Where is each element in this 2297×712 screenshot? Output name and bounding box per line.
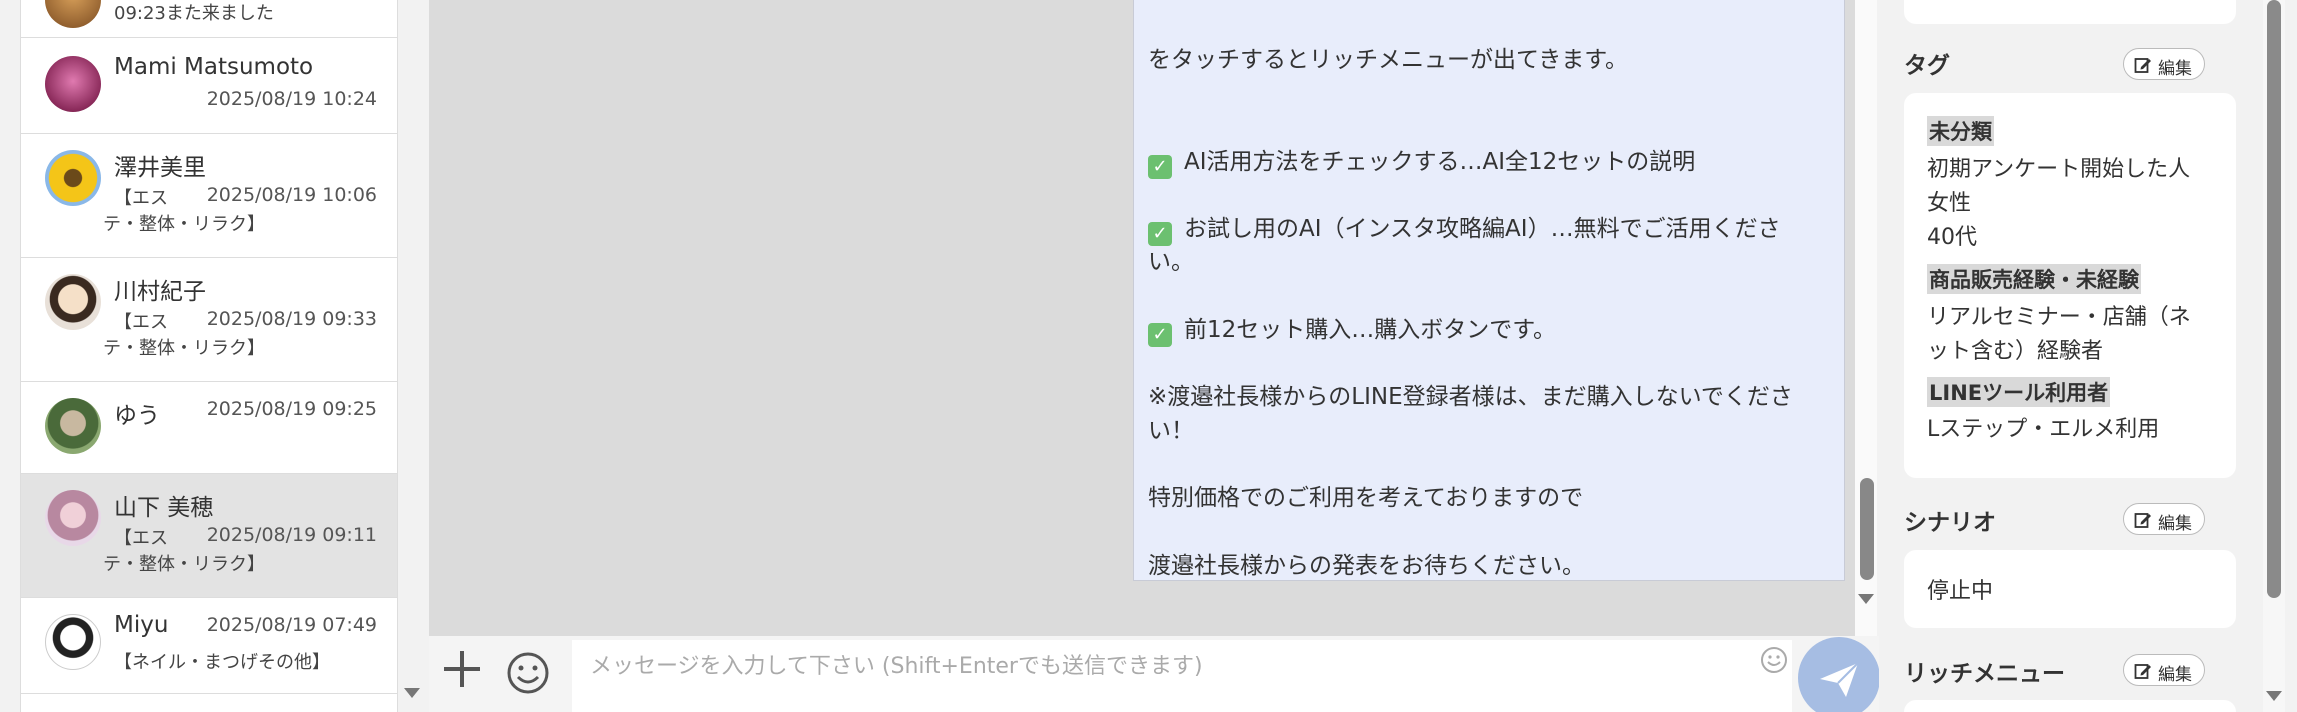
contact-panel: 09:23また来ました Mami Matsumoto 2025/08/19 10… [0, 0, 420, 712]
contact-preview: テ・整体・リラク】 [103, 214, 265, 235]
message-line: い！ [1148, 418, 1194, 444]
contact-item[interactable]: Mami Matsumoto 2025/08/19 10:24 [21, 38, 397, 134]
contact-item[interactable]: 09:23また来ました [21, 0, 397, 38]
tag-item: 40代 [1927, 225, 1977, 250]
avatar [45, 56, 101, 112]
tag-group-heading: 未分類 [1927, 116, 1994, 146]
contact-date: 2025/08/19 07:49 [206, 614, 377, 636]
app-root: 09:23また来ました Mami Matsumoto 2025/08/19 10… [0, 0, 2297, 712]
avatar [45, 0, 101, 28]
contact-item-selected[interactable]: 山下 美穂 【エス 2025/08/19 09:11 テ・整体・リラク】 [21, 474, 397, 598]
message-line: 渡邉社長様からの発表をお待ちください。 [1148, 553, 1585, 579]
smile-icon [507, 652, 549, 694]
contact-date: 2025/08/19 09:33 [206, 308, 377, 330]
scenario-status: 停止中 [1927, 579, 1994, 604]
contact-name: 山下 美穂 [114, 495, 214, 521]
add-attachment-button[interactable] [440, 647, 484, 691]
contact-item[interactable]: 川村紀子 【エス 2025/08/19 09:33 テ・整体・リラク】 [21, 258, 397, 382]
edit-richmenu-button[interactable]: 編集 [2123, 654, 2205, 686]
contact-item[interactable]: 澤井美里 【エス 2025/08/19 10:06 テ・整体・リラク】 [21, 134, 397, 258]
message-input[interactable] [572, 640, 1792, 712]
contact-date: 2025/08/19 09:25 [206, 398, 377, 420]
avatar [45, 398, 101, 454]
message-line: ※渡邉社長様からのLINE登録者様は、まだ購入しないでくださ [1148, 384, 1793, 410]
list-scroll-down-icon[interactable] [404, 688, 420, 698]
tag-group-heading: LINEツール利用者 [1927, 377, 2111, 407]
emoji-picker-button[interactable] [1760, 646, 1788, 674]
panel-scrollbar-thumb[interactable] [2267, 0, 2281, 598]
tag-item: 初期アンケート開始した人 [1927, 157, 2191, 182]
edit-icon [2134, 513, 2151, 528]
message-line: ✓ AI活用方法をチェックする…AI全12セットの説明 [1148, 142, 1695, 179]
avatar [45, 150, 101, 206]
message-line: ✓ 前12セット購入…購入ボタンです。 [1148, 310, 1556, 347]
avatar [45, 614, 101, 670]
avatar [45, 490, 101, 546]
contact-name: 川村紀子 [114, 279, 206, 305]
contact-preview: 【ネイル・まつげその他】 [114, 652, 330, 673]
tag-item: リアルセミナー・店舗（ネ [1927, 305, 2191, 330]
panel-scroll-down-icon[interactable] [2266, 691, 2282, 701]
message-bubble: をタッチするとリッチメニューが出てきます。 ✓ AI活用方法をチェックする…AI全… [1133, 0, 1845, 581]
avatar [45, 274, 101, 330]
contact-name: Mami Matsumoto [114, 54, 314, 80]
contact-list[interactable]: 09:23また来ました Mami Matsumoto 2025/08/19 10… [20, 0, 398, 712]
message-line: ✓ お試し用のAI（インスタ攻略編AI）…無料でご活用くださ [1148, 209, 1781, 246]
message-line: い。 [1148, 249, 1194, 275]
checkbox-icon: ✓ [1148, 155, 1172, 179]
plus-icon [444, 651, 480, 687]
emoji-button[interactable] [506, 651, 550, 695]
tag-item: ット含む）経験者 [1927, 339, 2104, 364]
tag-group-heading: 商品販売経験・未経験 [1927, 264, 2141, 294]
contact-date: 2025/08/19 10:24 [206, 88, 377, 110]
paper-plane-icon [1820, 662, 1859, 697]
edit-scenario-button[interactable]: 編集 [2123, 503, 2205, 535]
contact-date: 2025/08/19 10:06 [206, 184, 377, 206]
contact-preview: 【エス [114, 188, 168, 209]
contact-name: ゆう [114, 403, 160, 429]
edit-tags-button[interactable]: 編集 [2123, 48, 2205, 80]
contact-preview: テ・整体・リラク】 [103, 338, 265, 359]
tag-item: Lステップ・エルメ利用 [1927, 417, 2160, 442]
chat-scrollbar-thumb[interactable] [1860, 478, 1874, 580]
tag-item: 女性 [1927, 191, 1972, 216]
contact-date: 2025/08/19 09:11 [206, 524, 377, 546]
contact-preview: 【エス [114, 528, 168, 549]
richmenu-section-title: リッチメニュー [1904, 661, 2065, 687]
contact-item[interactable]: Miyu 2025/08/19 07:49 【ネイル・まつげその他】 [21, 598, 397, 694]
checkbox-icon: ✓ [1148, 323, 1172, 347]
chat-area: をタッチするとリッチメニューが出てきます。 ✓ AI活用方法をチェックする…AI全… [429, 0, 1858, 636]
message-line: 特別価格でのご利用を考えておりますので [1148, 485, 1584, 511]
info-card [1904, 0, 2236, 24]
contact-name: 澤井美里 [114, 155, 206, 181]
contact-name: Miyu [114, 612, 169, 638]
tag-section-title: タグ [1904, 53, 1950, 79]
contact-preview: 【エス [114, 312, 168, 333]
richmenu-card [1904, 700, 2236, 712]
scenario-section-title: シナリオ [1904, 510, 1996, 536]
contact-preview: テ・整体・リラク】 [103, 554, 265, 575]
contact-item[interactable]: ゆう 2025/08/19 09:25 [21, 382, 397, 474]
chat-scroll-down-icon[interactable] [1858, 594, 1874, 604]
message-line: をタッチするとリッチメニューが出てきます。 [1148, 47, 1629, 73]
edit-icon [2134, 58, 2151, 73]
contact-preview: 09:23また来ました [114, 3, 274, 24]
send-button[interactable] [1798, 637, 1880, 712]
smile-icon [1761, 647, 1787, 673]
edit-icon [2134, 664, 2151, 679]
